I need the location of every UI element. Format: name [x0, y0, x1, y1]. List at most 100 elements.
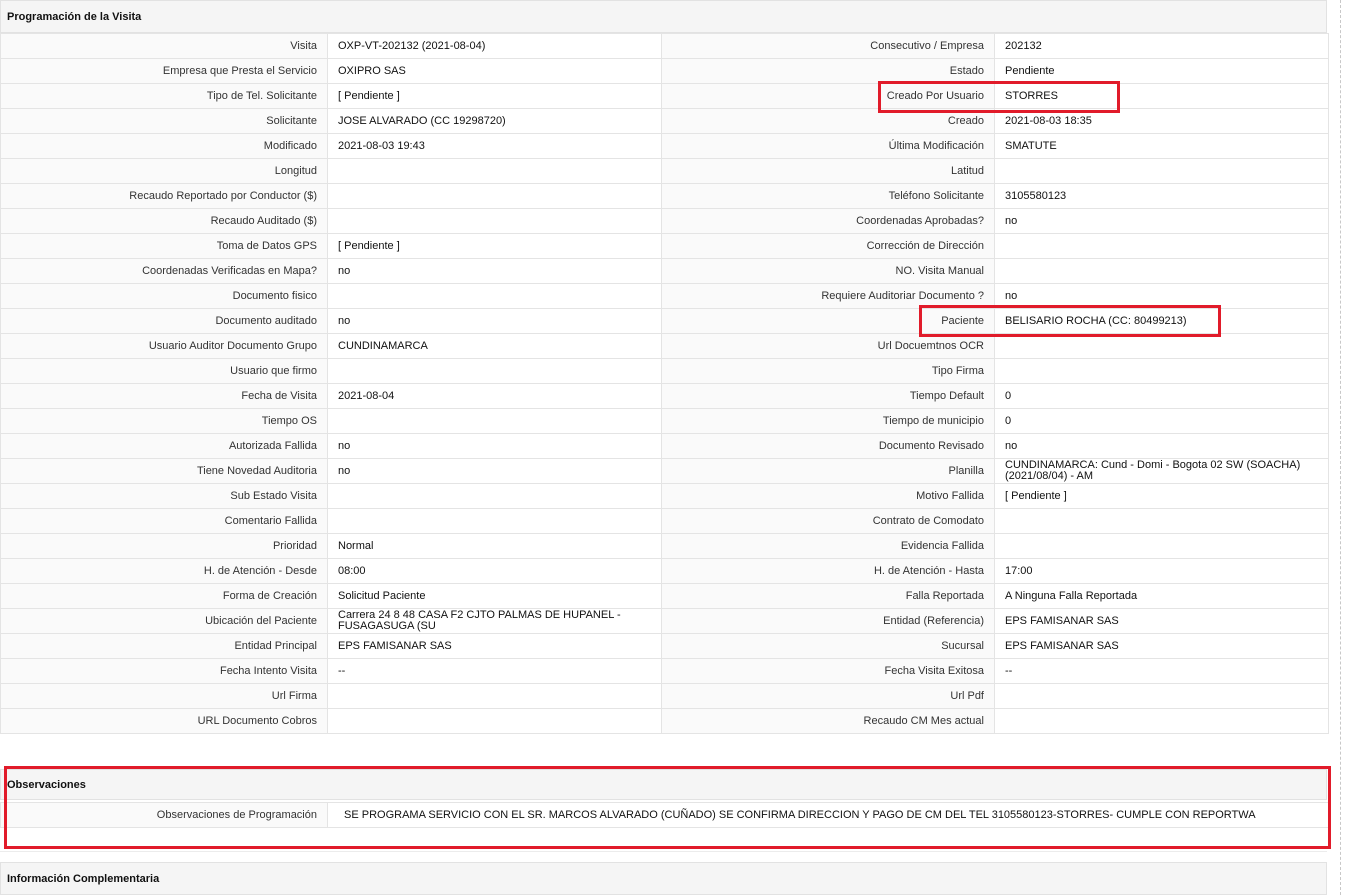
field-value: no: [994, 283, 1329, 309]
field-label: Creado Por Usuario: [661, 83, 995, 109]
field-label: Tiempo OS: [0, 408, 328, 434]
table-row: Empresa que Presta el Servicio OXIPRO SAS…: [0, 58, 1329, 84]
table-row: URL Documento Cobros Recaudo CM Mes actua…: [0, 708, 1329, 734]
field-value: [994, 258, 1329, 284]
field-label: Entidad (Referencia): [661, 608, 995, 634]
field-value: [ Pendiente ]: [994, 483, 1329, 509]
field-value: [327, 358, 662, 384]
field-value: CUNDINAMARCA: Cund - Domi - Bogota 02 SW…: [994, 458, 1329, 484]
table-row: Forma de Creación Solicitud Paciente Falla…: [0, 583, 1329, 609]
section-title-programacion: Programación de la Visita: [7, 10, 142, 23]
field-value: [994, 158, 1329, 184]
field-value: [327, 183, 662, 209]
table-row: Solicitante JOSE ALVARADO (CC 19298720) Cr…: [0, 108, 1329, 134]
table-row: Coordenadas Verificadas en Mapa? no NO. V…: [0, 258, 1329, 284]
table-row: Comentario Fallida Contrato de Comodato: [0, 508, 1329, 534]
visit-details-table: Visita OXP-VT-202132 (2021-08-04) Consecut…: [0, 33, 1329, 734]
field-value: CUNDINAMARCA: [327, 333, 662, 359]
field-value: BELISARIO ROCHA (CC: 80499213): [994, 308, 1329, 334]
field-label: Toma de Datos GPS: [0, 233, 328, 259]
field-value: JOSE ALVARADO (CC 19298720): [327, 108, 662, 134]
table-row: Recaudo Auditado ($) Coordenadas Aprobada…: [0, 208, 1329, 234]
field-label: Visita: [0, 33, 328, 59]
field-label: H. de Atención - Desde: [0, 558, 328, 584]
section-title-info: Información Complementaria: [7, 872, 160, 885]
field-label: Última Modificación: [661, 133, 995, 159]
field-label: Recaudo CM Mes actual: [661, 708, 995, 734]
field-label: Forma de Creación: [0, 583, 328, 609]
table-row: Prioridad Normal Evidencia Fallida: [0, 533, 1329, 559]
field-label: Usuario Auditor Documento Grupo: [0, 333, 328, 359]
field-value: [994, 508, 1329, 534]
field-value: OXIPRO SAS: [327, 58, 662, 84]
field-label: Empresa que Presta el Servicio: [0, 58, 328, 84]
field-value: SMATUTE: [994, 133, 1329, 159]
field-value: EPS FAMISANAR SAS: [994, 608, 1329, 634]
field-label: Corrección de Dirección: [661, 233, 995, 259]
section-title-observaciones: Observaciones: [7, 778, 86, 791]
empty-row: [0, 827, 1327, 852]
section-header-info: Información Complementaria: [0, 862, 1327, 895]
field-value: STORRES: [994, 83, 1329, 109]
field-label: Coordenadas Verificadas en Mapa?: [0, 258, 328, 284]
field-label: Coordenadas Aprobadas?: [661, 208, 995, 234]
field-value: Normal: [327, 533, 662, 559]
field-label: Tipo Firma: [661, 358, 995, 384]
field-label: Usuario que firmo: [0, 358, 328, 384]
field-label: Recaudo Reportado por Conductor ($): [0, 183, 328, 209]
table-row: Ubicación del Paciente Carrera 24 8 48 CA…: [0, 608, 1329, 634]
field-label: Fecha de Visita: [0, 383, 328, 409]
field-value: 3105580123: [994, 183, 1329, 209]
field-value: SE PROGRAMA SERVICIO CON EL SR. MARCOS A…: [327, 802, 1329, 828]
page-divider: [1340, 0, 1341, 895]
table-row: Documento auditado no Paciente BELISARIO R…: [0, 308, 1329, 334]
field-label: Requiere Auditoriar Documento ?: [661, 283, 995, 309]
field-value: [327, 708, 662, 734]
table-row: Usuario Auditor Documento Grupo CUNDINAMA…: [0, 333, 1329, 359]
field-label: Tiene Novedad Auditoria: [0, 458, 328, 484]
field-label: Modificado: [0, 133, 328, 159]
table-row: Usuario que firmo Tipo Firma: [0, 358, 1329, 384]
field-value: 17:00: [994, 558, 1329, 584]
field-label: Fecha Intento Visita: [0, 658, 328, 684]
field-label: Ubicación del Paciente: [0, 608, 328, 634]
table-row: Entidad Principal EPS FAMISANAR SAS Sucurs…: [0, 633, 1329, 659]
field-label: Creado: [661, 108, 995, 134]
field-value: EPS FAMISANAR SAS: [327, 633, 662, 659]
field-value: [ Pendiente ]: [327, 233, 662, 259]
table-row: Autorizada Fallida no Documento Revisado …: [0, 433, 1329, 459]
field-value: [994, 333, 1329, 359]
field-label: Url Pdf: [661, 683, 995, 709]
field-label: Latitud: [661, 158, 995, 184]
field-label: Recaudo Auditado ($): [0, 208, 328, 234]
field-label: Fecha Visita Exitosa: [661, 658, 995, 684]
field-label: Tipo de Tel. Solicitante: [0, 83, 328, 109]
field-value: no: [327, 458, 662, 484]
field-value: --: [327, 658, 662, 684]
field-label: Motivo Fallida: [661, 483, 995, 509]
observaciones-table: Observaciones de Programación SE PROGRAM…: [0, 802, 1329, 828]
table-row: Recaudo Reportado por Conductor ($) Teléf…: [0, 183, 1329, 209]
field-label: Consecutivo / Empresa: [661, 33, 995, 59]
field-value: A Ninguna Falla Reportada: [994, 583, 1329, 609]
section-header-programacion: Programación de la Visita: [0, 0, 1327, 33]
field-value: no: [327, 308, 662, 334]
field-label: Falla Reportada: [661, 583, 995, 609]
field-label: Paciente: [661, 308, 995, 334]
field-value: [994, 533, 1329, 559]
field-label: Longitud: [0, 158, 328, 184]
table-row: Modificado 2021-08-03 19:43 Última Modific…: [0, 133, 1329, 159]
field-label: Documento fisico: [0, 283, 328, 309]
field-label: Observaciones de Programación: [0, 802, 328, 828]
field-label: Solicitante: [0, 108, 328, 134]
field-label: Documento auditado: [0, 308, 328, 334]
field-value: Carrera 24 8 48 CASA F2 CJTO PALMAS DE H…: [327, 608, 662, 634]
field-label: Url Docuemtnos OCR: [661, 333, 995, 359]
field-value: [327, 158, 662, 184]
field-value: [994, 683, 1329, 709]
field-value: no: [327, 433, 662, 459]
field-value: OXP-VT-202132 (2021-08-04): [327, 33, 662, 59]
field-value: 0: [994, 408, 1329, 434]
field-label: Entidad Principal: [0, 633, 328, 659]
field-value: Pendiente: [994, 58, 1329, 84]
